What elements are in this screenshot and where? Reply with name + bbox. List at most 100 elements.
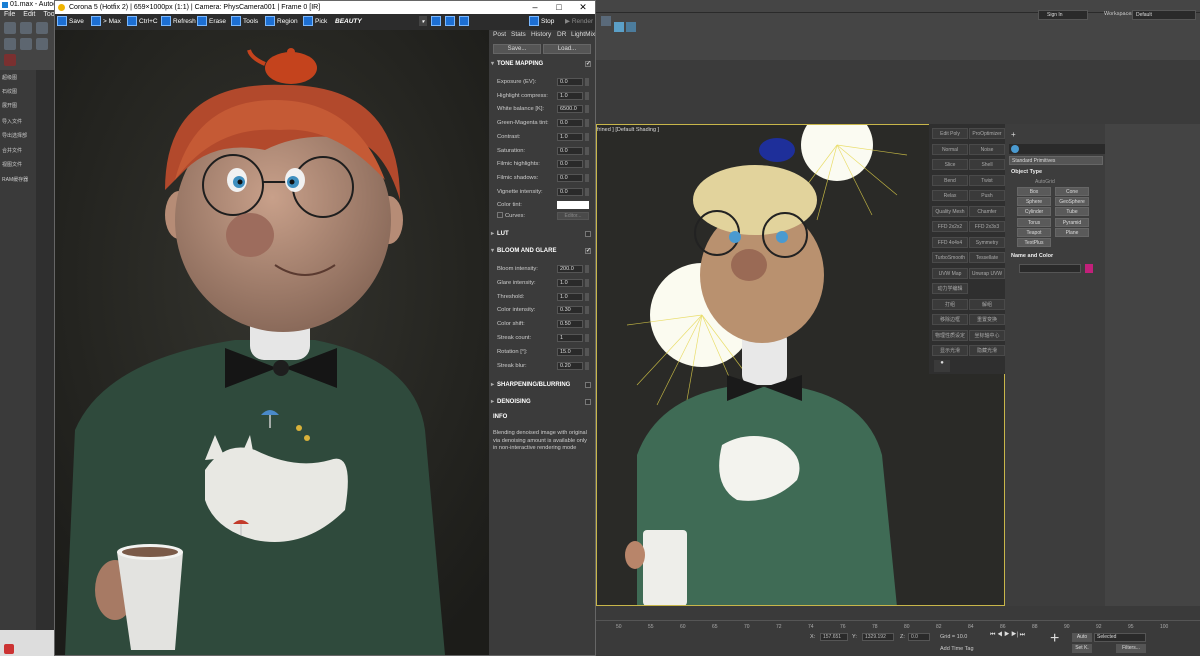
- stop-button[interactable]: Stop: [529, 16, 554, 28]
- spinner-icon[interactable]: [585, 320, 589, 329]
- param-value-input[interactable]: 0.0: [557, 187, 583, 196]
- undo-icon[interactable]: [4, 22, 16, 34]
- tab-lightmix[interactable]: LightMix: [571, 31, 595, 38]
- modifier-button[interactable]: Symmetry: [969, 236, 1005, 248]
- modifier-button[interactable]: UVW Map: [932, 267, 968, 279]
- modifier-button[interactable]: 隐藏光滑: [969, 345, 1005, 356]
- object-name-input[interactable]: [1019, 264, 1081, 273]
- script-item[interactable]: RAM缓存器: [2, 176, 28, 183]
- spinner-icon[interactable]: [585, 361, 589, 370]
- load-settings-button[interactable]: Load...: [543, 44, 591, 54]
- modifier-button[interactable]: Relax: [932, 190, 968, 201]
- param-value-input[interactable]: 1.0: [557, 278, 583, 287]
- param-value-input[interactable]: 6500.0: [557, 105, 583, 114]
- sharpening-header[interactable]: SHARPENING/BLURRING: [489, 380, 595, 390]
- modifier-button[interactable]: 显示光滑: [932, 345, 968, 356]
- modifier-button[interactable]: 移除边框: [932, 314, 968, 325]
- name-and-color-header[interactable]: Name and Color: [1011, 253, 1053, 259]
- z-coordinate-field[interactable]: 0.0: [908, 633, 930, 641]
- param-value-input[interactable]: 1: [557, 334, 583, 342]
- param-value-input[interactable]: 200.0: [557, 265, 583, 273]
- param-value-input[interactable]: 15.0: [557, 347, 583, 356]
- spinner-icon[interactable]: [585, 187, 589, 196]
- set-key-button[interactable]: Set K.: [1072, 644, 1092, 653]
- erase-button[interactable]: Erase: [197, 16, 226, 28]
- spinner-icon[interactable]: [585, 146, 589, 155]
- param-value-input[interactable]: 0.0: [557, 78, 583, 86]
- modifier-button[interactable]: Tessellate: [969, 252, 1005, 263]
- window-icon[interactable]: [36, 38, 48, 50]
- modifier-button[interactable]: FFD 4x4x4: [932, 236, 968, 248]
- modifier-button[interactable]: FFD 2x2x2: [932, 221, 968, 232]
- tools-button[interactable]: Tools: [231, 16, 258, 28]
- modifier-button[interactable]: Push: [969, 190, 1005, 201]
- tone-mapping-checkbox[interactable]: ✓: [585, 61, 591, 67]
- bloom-glare-header[interactable]: BLOOM AND GLARE✓: [489, 246, 595, 256]
- spinner-icon[interactable]: [585, 292, 589, 301]
- param-value-input[interactable]: 0.0: [557, 160, 583, 169]
- spinner-icon[interactable]: [585, 132, 589, 141]
- modifier-button[interactable]: Shell: [969, 159, 1005, 170]
- auto-key-button[interactable]: Auto: [1072, 633, 1092, 642]
- sharpening-checkbox[interactable]: [585, 382, 591, 388]
- primitive-button[interactable]: Pyramid: [1055, 217, 1089, 227]
- modifier-button[interactable]: 物理性质设定: [932, 329, 968, 341]
- spinner-icon[interactable]: [585, 347, 589, 356]
- time-slider[interactable]: 50 55 60 65 70 72 74 76 78 80 82 84 86 88 90 92 95 100: [596, 606, 1200, 632]
- zoom-fit-button[interactable]: [459, 16, 471, 28]
- spinner-icon[interactable]: [585, 119, 589, 128]
- modifier-button[interactable]: 打组: [932, 298, 968, 310]
- playback-controls[interactable]: ⏮ ◀ ▶ ▶| ⏭: [990, 632, 1030, 642]
- menu-edit[interactable]: Edit: [23, 11, 35, 18]
- script-item[interactable]: 导出选择部: [2, 132, 27, 139]
- render-pass-dropdown[interactable]: BEAUTY ▾: [335, 16, 427, 28]
- primitive-button[interactable]: GeoSphere: [1055, 197, 1089, 207]
- lut-checkbox[interactable]: [585, 231, 591, 237]
- spinner-icon[interactable]: [585, 265, 589, 273]
- primitives-dropdown[interactable]: Standard Primitives: [1009, 156, 1103, 165]
- primitive-button[interactable]: Box: [1017, 187, 1051, 196]
- script-item[interactable]: 导入文件: [2, 118, 22, 125]
- maximize-icon[interactable]: □: [547, 1, 571, 14]
- tab-stats[interactable]: Stats: [511, 31, 526, 38]
- to-max-button[interactable]: > Max: [91, 16, 121, 28]
- save-settings-button[interactable]: Save...: [493, 44, 541, 54]
- y-coordinate-field[interactable]: 1329.192: [862, 633, 894, 641]
- spinner-icon[interactable]: [585, 160, 589, 169]
- modifier-button[interactable]: Edit Poly: [932, 128, 968, 139]
- param-value-input[interactable]: 0.20: [557, 361, 583, 370]
- tone-mapping-header[interactable]: TONE MAPPING✓: [489, 59, 595, 69]
- modifier-button[interactable]: 动力学编辑: [932, 283, 968, 294]
- tab-post[interactable]: Post: [493, 31, 506, 38]
- modifier-button[interactable]: Chamfer: [969, 205, 1005, 217]
- script-item[interactable]: 展开图: [2, 102, 17, 109]
- primitive-button[interactable]: Teapot: [1017, 227, 1051, 237]
- refresh-button[interactable]: Refresh: [161, 16, 196, 28]
- script-item[interactable]: 石纹图: [2, 88, 17, 95]
- modifier-button[interactable]: ProOptimizer: [969, 128, 1005, 139]
- param-value-input[interactable]: 0.50: [557, 320, 583, 329]
- x-coordinate-field[interactable]: 157.651: [820, 633, 848, 641]
- select-icon[interactable]: [4, 38, 16, 50]
- param-value-input[interactable]: 0.0: [557, 146, 583, 155]
- selection-set-dropdown[interactable]: Selected: [1094, 633, 1146, 642]
- zoom-out-button[interactable]: [445, 16, 457, 28]
- primitive-button[interactable]: TextPlus: [1017, 238, 1051, 247]
- create-tab-icon[interactable]: +: [1011, 130, 1016, 139]
- render-button[interactable]: ▶ Render: [565, 16, 593, 28]
- modifier-button[interactable]: Slice: [932, 159, 968, 170]
- script-item[interactable]: 合并文件: [2, 147, 22, 154]
- denoising-header[interactable]: DENOISING: [489, 397, 595, 407]
- denoising-checkbox[interactable]: [585, 399, 591, 405]
- modifier-button[interactable]: 解组: [969, 298, 1005, 310]
- bullet-icon[interactable]: ●: [934, 360, 950, 372]
- link-icon[interactable]: [36, 22, 48, 34]
- modifier-button[interactable]: TurboSmooth: [932, 252, 968, 263]
- workspace-dropdown[interactable]: Default: [1132, 10, 1196, 20]
- object-color-swatch[interactable]: [1085, 264, 1093, 273]
- tab-history[interactable]: History: [531, 31, 551, 38]
- curves-editor-button[interactable]: Editor...: [557, 212, 589, 220]
- modifier-button[interactable]: 重置变换: [969, 314, 1005, 325]
- autogrid-checkbox[interactable]: AutoGrid: [1035, 179, 1055, 185]
- redo-icon[interactable]: [20, 22, 32, 34]
